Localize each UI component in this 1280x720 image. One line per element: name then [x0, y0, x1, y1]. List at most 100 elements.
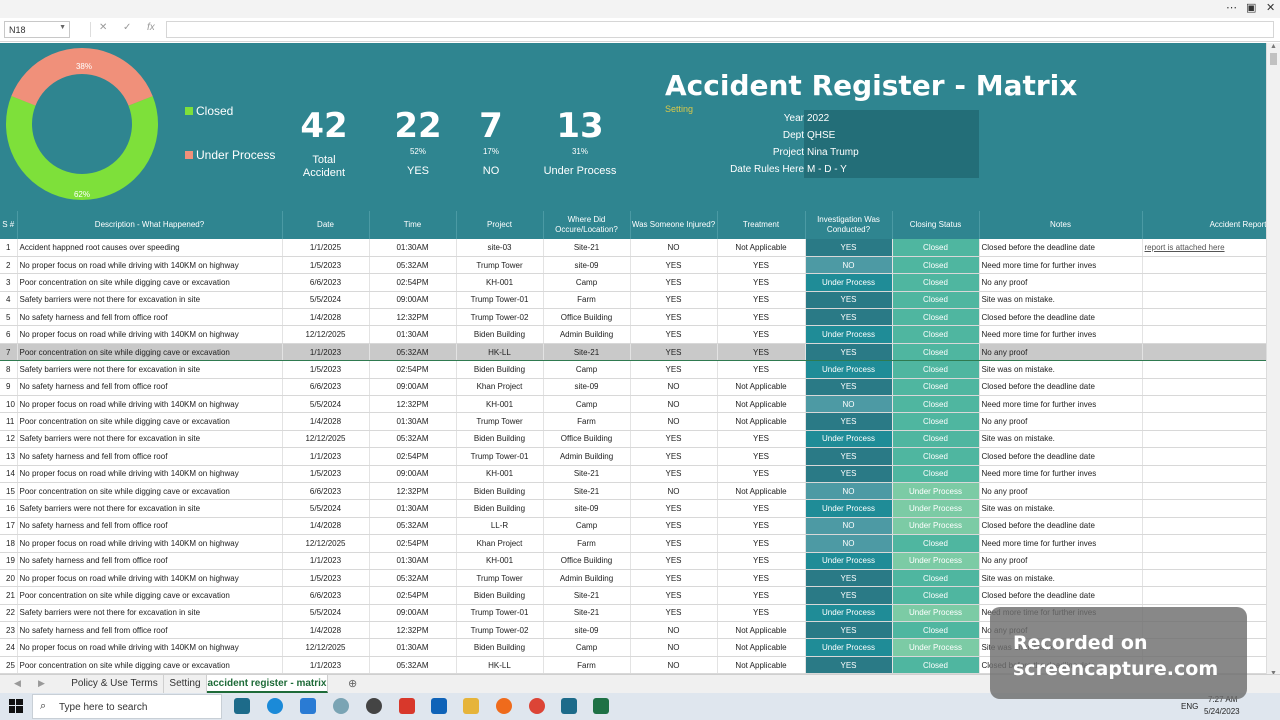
cell-injured[interactable]: YES — [630, 552, 718, 570]
column-header[interactable]: Investigation Was Conducted? — [805, 211, 893, 239]
table-row[interactable]: 4 Safety barriers were not there for exca… — [0, 291, 1266, 310]
name-box[interactable]: N18 ▼ — [4, 21, 70, 38]
cell-date[interactable]: 6/6/2023 — [282, 378, 370, 397]
cell-sn[interactable]: 24 — [0, 638, 18, 657]
table-row[interactable]: 19 No safety harness and fell from office… — [0, 552, 1266, 570]
vertical-scrollbar[interactable]: ▲ ▼ — [1266, 43, 1280, 677]
cell-date[interactable]: 6/6/2023 — [282, 482, 370, 501]
cell-treatment[interactable]: Not Applicable — [717, 482, 806, 501]
cell-closing-status[interactable]: Under Process — [892, 552, 980, 570]
cell-treatment[interactable]: YES — [717, 447, 806, 466]
cell-notes[interactable]: Need more time for further inves — [979, 256, 1143, 275]
cell-investigation[interactable]: Under Process — [805, 638, 893, 657]
table-row[interactable]: 5 No safety harness and fell from office … — [0, 308, 1266, 327]
cell-time[interactable]: 05:32AM — [369, 256, 457, 275]
cell-notes[interactable]: Site was on mistake. — [979, 360, 1143, 379]
cell-location[interactable]: Site-21 — [543, 482, 631, 501]
cell-project[interactable]: KH-001 — [456, 273, 544, 292]
cell-report[interactable] — [1142, 569, 1266, 588]
cell-date[interactable]: 1/5/2023 — [282, 360, 370, 379]
cell-date[interactable]: 1/4/2028 — [282, 621, 370, 640]
column-header[interactable]: Was Someone Injured? — [630, 211, 718, 239]
cell-sn[interactable]: 5 — [0, 308, 18, 327]
cell-description[interactable]: No proper focus on road while driving wi… — [17, 534, 283, 553]
cell-date[interactable]: 1/4/2028 — [282, 412, 370, 431]
cell-injured[interactable]: NO — [630, 656, 718, 674]
outlook-icon[interactable] — [431, 698, 447, 714]
cell-description[interactable]: No safety harness and fell from office r… — [17, 308, 283, 327]
cell-closing-status[interactable]: Under Process — [892, 499, 980, 518]
cell-report[interactable] — [1142, 378, 1266, 397]
cell-time[interactable]: 09:00AM — [369, 378, 457, 397]
cell-injured[interactable]: YES — [630, 465, 718, 483]
cell-time[interactable]: 02:54PM — [369, 273, 457, 292]
cell-report[interactable] — [1142, 325, 1266, 344]
cell-report[interactable] — [1142, 256, 1266, 275]
cell-location[interactable]: site-09 — [543, 378, 631, 397]
cell-injured[interactable]: YES — [630, 447, 718, 466]
cell-project[interactable]: Trump Tower-01 — [456, 604, 544, 623]
cell-closing-status[interactable]: Closed — [892, 325, 980, 344]
cell-report[interactable] — [1142, 499, 1266, 518]
cell-location[interactable]: Camp — [543, 360, 631, 379]
cell-injured[interactable]: YES — [630, 534, 718, 553]
cell-sn[interactable]: 2 — [0, 256, 18, 275]
cell-treatment[interactable]: YES — [717, 273, 806, 292]
cell-sn[interactable]: 19 — [0, 552, 18, 570]
cell-location[interactable]: Site-21 — [543, 342, 631, 362]
cell-time[interactable]: 01:30AM — [369, 412, 457, 431]
cell-notes[interactable]: Closed before the deadline date — [979, 586, 1143, 605]
cell-treatment[interactable]: YES — [717, 569, 806, 588]
cell-project[interactable]: Trump Tower — [456, 256, 544, 275]
cell-description[interactable]: No safety harness and fell from office r… — [17, 378, 283, 397]
cell-injured[interactable]: NO — [630, 395, 718, 414]
cell-date[interactable]: 1/4/2028 — [282, 517, 370, 536]
more-icon[interactable]: ⋯ — [1226, 1, 1237, 14]
cell-closing-status[interactable]: Closed — [892, 256, 980, 275]
cell-description[interactable]: No safety harness and fell from office r… — [17, 621, 283, 640]
cell-sn[interactable]: 22 — [0, 604, 18, 623]
table-row[interactable]: 6 No proper focus on road while driving w… — [0, 325, 1266, 344]
cell-time[interactable]: 01:30AM — [369, 638, 457, 657]
cell-report[interactable] — [1142, 534, 1266, 553]
cell-injured[interactable]: NO — [630, 482, 718, 501]
table-row[interactable]: 17 No safety harness and fell from office… — [0, 517, 1266, 536]
cell-injured[interactable]: YES — [630, 517, 718, 536]
cell-injured[interactable]: NO — [630, 621, 718, 640]
cell-date[interactable]: 6/6/2023 — [282, 273, 370, 292]
add-sheet-icon[interactable]: ⊕ — [348, 677, 357, 690]
cell-closing-status[interactable]: Under Process — [892, 482, 980, 501]
tray-language[interactable]: ENG — [1181, 702, 1198, 711]
cell-closing-status[interactable]: Closed — [892, 412, 980, 431]
cell-time[interactable]: 01:30AM — [369, 325, 457, 344]
cell-project[interactable]: LL-R — [456, 517, 544, 536]
cell-description[interactable]: Poor concentration on site while digging… — [17, 342, 283, 362]
cell-location[interactable]: Office Building — [543, 552, 631, 570]
cell-date[interactable]: 1/5/2023 — [282, 256, 370, 275]
cell-investigation[interactable]: Under Process — [805, 552, 893, 570]
app-icon-1[interactable] — [234, 698, 250, 714]
column-header[interactable]: Description - What Happened? — [17, 211, 283, 239]
cell-description[interactable]: No safety harness and fell from office r… — [17, 552, 283, 570]
cell-description[interactable]: Poor concentration on site while digging… — [17, 482, 283, 501]
insert-function-icon[interactable]: fx — [147, 22, 155, 33]
cell-sn[interactable]: 15 — [0, 482, 18, 501]
cell-location[interactable]: Admin Building — [543, 447, 631, 466]
table-row[interactable]: 16 Safety barriers were not there for exc… — [0, 499, 1266, 518]
tab-prev-icon[interactable]: ◀ — [14, 678, 21, 689]
cell-description[interactable]: Poor concentration on site while digging… — [17, 656, 283, 674]
cell-time[interactable]: 02:54PM — [369, 447, 457, 466]
cell-investigation[interactable]: NO — [805, 482, 893, 501]
cell-project[interactable]: Trump Tower-01 — [456, 447, 544, 466]
cell-investigation[interactable]: YES — [805, 586, 893, 605]
cell-description[interactable]: No proper focus on road while driving wi… — [17, 325, 283, 344]
cell-closing-status[interactable]: Under Process — [892, 604, 980, 623]
cell-project[interactable]: HK-LL — [456, 656, 544, 674]
cell-project[interactable]: Biden Building — [456, 638, 544, 657]
cell-investigation[interactable]: YES — [805, 412, 893, 431]
cell-location[interactable]: Camp — [543, 273, 631, 292]
cell-treatment[interactable]: Not Applicable — [717, 621, 806, 640]
cell-sn[interactable]: 21 — [0, 586, 18, 605]
cell-closing-status[interactable]: Closed — [892, 360, 980, 379]
cell-location[interactable]: Camp — [543, 517, 631, 536]
